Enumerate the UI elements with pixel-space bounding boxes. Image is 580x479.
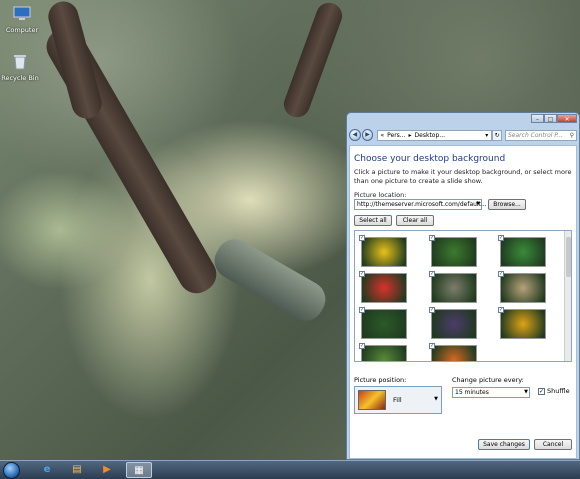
breadcrumb-personalization[interactable]: Pers... [387,132,405,139]
thumbnail-checkbox[interactable]: ✓ [359,271,365,277]
shuffle-label: Shuffle [547,387,570,395]
maximize-button[interactable]: □ [544,114,557,123]
taskbar: e ▤ ▶ ▦ [0,460,580,479]
desktop-background-window: – □ ✕ ◀ ▶ « Pers... ▸ Desktop... ▾ ↻ Sea… [346,112,580,460]
control-panel-icon[interactable]: ▦ [126,462,152,478]
picture-gallery: ✓ ✓ ✓ ✓ ✓ ✓ ✓ ✓ ✓ ✓ ✓ [354,230,572,362]
chevron-down-icon: ▼ [434,396,438,402]
clear-all-button[interactable]: Clear all [396,215,434,226]
picture-location-value: http://themeserver.microsoft.com/default… [357,201,487,208]
recycle-bin-icon [14,55,26,70]
search-icon[interactable]: ⚲ [570,131,574,140]
content-pane: Choose your desktop background Click a p… [349,145,577,459]
gallery-thumbnail-sunflower[interactable]: ✓ [498,307,546,339]
minimize-button[interactable]: – [531,114,544,123]
select-all-button[interactable]: Select all [354,215,392,226]
breadcrumb-separator: ▸ [408,131,412,139]
chevron-down-icon[interactable]: ▾ [485,132,488,139]
close-button[interactable]: ✕ [557,114,577,123]
explorer-icon[interactable]: ▤ [64,462,90,478]
window-controls: – □ ✕ [531,114,577,124]
wallpaper-branch [280,0,346,121]
breadcrumb-desktop-background[interactable]: Desktop... [415,132,445,139]
desktop-icon-computer[interactable]: Computer [2,6,42,34]
thumbnail-checkbox[interactable]: ✓ [498,235,504,241]
gallery-thumbnail-lichen-grey[interactable]: ✓ [429,271,477,303]
page-title: Choose your desktop background [354,154,506,164]
picture-location-select[interactable]: http://themeserver.microsoft.com/default… [354,199,487,210]
picture-position-label: Picture position: [354,376,407,384]
gallery-thumbnail-white-flower[interactable]: ✓ [359,307,407,339]
thumbnail-checkbox[interactable]: ✓ [429,307,435,313]
thumbnail-checkbox[interactable]: ✓ [359,343,365,349]
computer-icon [13,6,31,20]
gallery-thumbnail-pansies[interactable]: ✓ [429,307,477,339]
browse-button[interactable]: Browse... [488,199,526,210]
gallery-thumbnail-red-flower-green[interactable]: ✓ [498,235,546,267]
ie-icon[interactable]: e [34,462,60,478]
gallery-thumbnail-meadow[interactable]: ✓ [359,343,407,361]
breadcrumb-overflow[interactable]: « [380,132,384,139]
wallpaper-branch [208,232,332,328]
gallery-scrollbar[interactable] [564,231,571,361]
title-bar[interactable]: – □ ✕ [347,113,579,127]
navigation-bar: ◀ ▶ « Pers... ▸ Desktop... ▾ ↻ Search Co… [349,128,578,142]
refresh-button[interactable]: ↻ [492,129,502,141]
start-button[interactable] [3,462,20,479]
save-changes-button[interactable]: Save changes [478,439,530,450]
address-bar[interactable]: « Pers... ▸ Desktop... ▾ [377,129,493,141]
change-picture-value: 15 minutes [455,389,489,396]
chevron-down-icon: ▼ [476,201,480,207]
desktop-icon-label: Recycle Bin [1,74,39,82]
gallery-thumbnail-red-dahlia[interactable]: ✓ [359,271,407,303]
thumbnail-checkbox[interactable]: ✓ [498,307,504,313]
thumbnail-checkbox[interactable]: ✓ [429,235,435,241]
picture-position-select[interactable]: Fill ▼ [354,386,442,414]
gallery-thumbnail-orange-blossom[interactable]: ✓ [429,343,477,361]
back-button[interactable]: ◀ [349,129,361,141]
search-input[interactable]: Search Control P... ⚲ [505,129,578,141]
shuffle-checkbox[interactable]: ✓ [538,387,545,395]
picture-location-label: Picture location: [354,191,407,199]
search-placeholder: Search Control P... [508,131,563,139]
desktop-icon-recycle-bin[interactable]: Recycle Bin [0,54,40,82]
media-player-icon[interactable]: ▶ [94,462,120,478]
gallery-thumbnail-yellow-flower[interactable]: ✓ [359,235,407,267]
desktop-icon-label: Computer [5,26,39,34]
gallery-thumbnail-green-leaves[interactable]: ✓ [429,235,477,267]
cancel-button[interactable]: Cancel [534,439,572,450]
page-description: Click a picture to make it your desktop … [354,168,572,185]
picture-position-value: Fill [393,396,402,404]
shuffle-option[interactable]: ✓ Shuffle [538,387,570,395]
thumbnail-checkbox[interactable]: ✓ [359,235,365,241]
thumbnail-checkbox[interactable]: ✓ [498,271,504,277]
forward-button[interactable]: ▶ [361,129,374,141]
change-picture-label: Change picture every: [452,376,524,384]
position-preview-image [358,390,386,410]
thumbnail-checkbox[interactable]: ✓ [359,307,365,313]
gallery-thumbnail-dry-grass[interactable]: ✓ [498,271,546,303]
thumbnail-checkbox[interactable]: ✓ [429,343,435,349]
chevron-down-icon: ▼ [524,389,528,395]
thumbnail-checkbox[interactable]: ✓ [429,271,435,277]
scrollbar-thumb[interactable] [566,237,571,277]
change-picture-select[interactable]: 15 minutes ▼ [452,387,530,398]
